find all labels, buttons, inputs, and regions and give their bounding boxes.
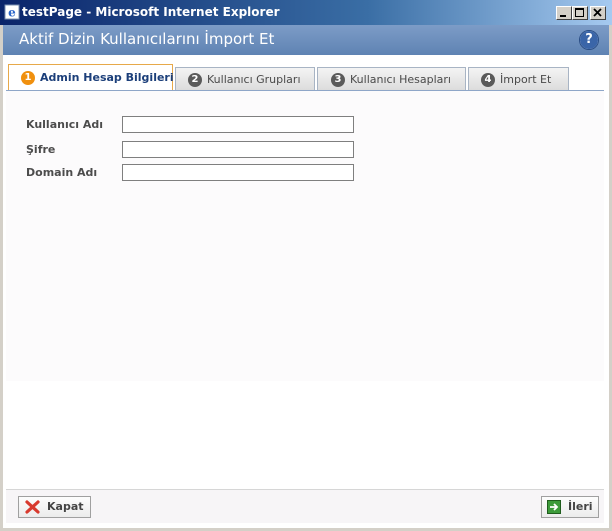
step-number-badge: 1 xyxy=(21,71,35,85)
minimize-icon xyxy=(560,15,566,17)
internet-explorer-icon: e xyxy=(4,4,20,20)
window-title: testPage - Microsoft Internet Explorer xyxy=(22,5,280,19)
svg-text:e: e xyxy=(8,6,16,20)
help-button[interactable]: ? xyxy=(579,30,599,50)
maximize-icon xyxy=(575,8,584,17)
domain-input[interactable] xyxy=(122,164,354,181)
username-label: Kullanıcı Adı xyxy=(26,118,104,131)
domain-label: Domain Adı xyxy=(26,166,98,179)
step-number-badge: 4 xyxy=(481,73,495,87)
password-input[interactable] xyxy=(122,141,354,158)
tab-admin-hesap-bilgileri[interactable]: 1 Admin Hesap Bilgileri xyxy=(8,64,174,91)
minimize-button[interactable] xyxy=(556,6,572,20)
dialog-header: Aktif Dizin Kullanıcılarını İmport Et ? xyxy=(3,25,609,55)
close-button[interactable]: Kapat xyxy=(18,496,91,518)
tab-label: Kullanıcı Hesapları xyxy=(350,73,451,86)
close-button-label: Kapat xyxy=(47,500,84,513)
dialog-title: Aktif Dizin Kullanıcılarını İmport Et xyxy=(19,30,275,48)
dialog-footer xyxy=(6,489,604,523)
next-arrow-icon xyxy=(547,500,561,514)
tab-kullanici-hesaplari[interactable]: 3 Kullanıcı Hesapları xyxy=(317,67,466,90)
step-number-badge: 3 xyxy=(331,73,345,87)
close-window-button[interactable] xyxy=(590,6,606,20)
window-title-bar[interactable]: e testPage - Microsoft Internet Explorer xyxy=(0,0,612,25)
next-button-label: İleri xyxy=(568,500,593,513)
close-icon xyxy=(593,8,602,17)
next-button[interactable]: İleri xyxy=(541,496,599,518)
red-x-icon xyxy=(25,500,40,514)
tab-import-et[interactable]: 4 İmport Et xyxy=(468,67,569,90)
step-number-badge: 2 xyxy=(188,73,202,87)
form-panel xyxy=(6,91,604,381)
tab-label: Admin Hesap Bilgileri xyxy=(40,71,174,84)
tab-kullanici-gruplari[interactable]: 2 Kullanıcı Grupları xyxy=(175,67,315,90)
username-input[interactable] xyxy=(122,116,354,133)
password-label: Şifre xyxy=(26,143,56,156)
help-icon: ? xyxy=(580,31,598,49)
tab-label: İmport Et xyxy=(500,73,552,86)
maximize-button[interactable] xyxy=(572,6,588,20)
tab-label: Kullanıcı Grupları xyxy=(207,73,301,86)
